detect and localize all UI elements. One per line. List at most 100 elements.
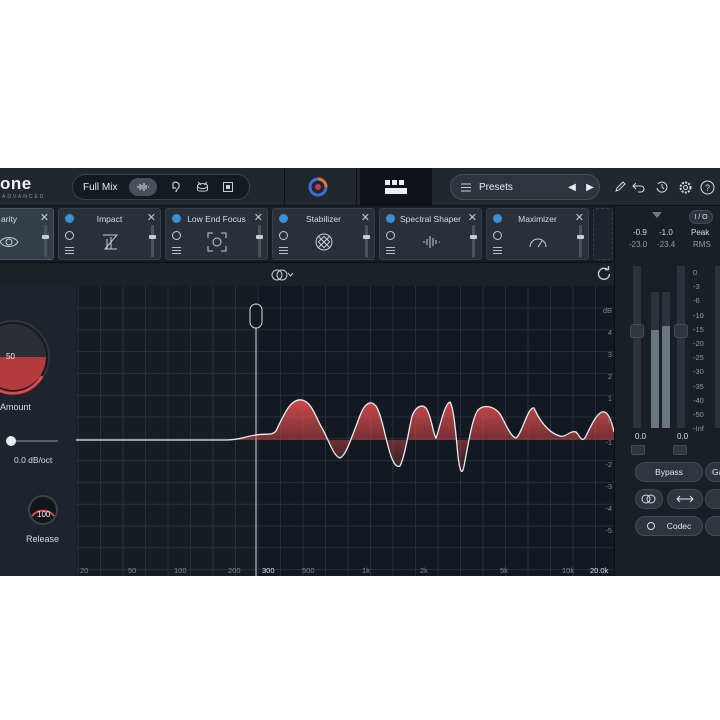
input-gain-fader[interactable] [630,324,644,338]
undo-icon [632,182,645,193]
module-clarity[interactable]: arity ✕ [0,208,54,260]
pen-icon [615,181,626,192]
waveform-icon [137,183,150,191]
presets-label: Presets [479,181,513,193]
close-icon[interactable]: ✕ [40,211,49,224]
settings-button[interactable] [676,178,694,196]
release-value: 100 [37,510,51,519]
codec-button[interactable]: Codec [635,516,703,536]
stereo-mode-icon[interactable] [270,268,294,282]
add-module-slot[interactable] [593,208,613,260]
bypass-button[interactable]: Bypass [635,462,703,482]
instrument-mode-button[interactable] [221,180,235,194]
solo-icon[interactable] [493,231,502,240]
output-level-value: 0.0 [677,432,689,441]
pen-button[interactable] [611,178,629,196]
y-tick-label: 2 [607,372,612,381]
reset-icon[interactable] [596,266,612,282]
menu-icon[interactable] [493,247,502,254]
y-tick-label: 0 [607,416,612,425]
preset-prev-button[interactable]: ◀ [563,178,581,196]
solo-icon[interactable] [279,231,288,240]
close-icon[interactable]: ✕ [361,211,370,224]
help-icon: ? [700,180,714,194]
stereo-button[interactable] [635,489,663,509]
preset-next-button[interactable]: ▶ [581,178,599,196]
menu-icon[interactable] [386,247,395,254]
top-bar: one ADVANCED Full Mix Presets ◀ ▶ ? [0,168,720,206]
module-gain-fader[interactable] [577,225,584,257]
meter-scale-label: -6 [693,296,700,306]
compare-button[interactable] [667,489,703,509]
stabilizer-icon [315,233,332,251]
module-gain-fader[interactable] [149,225,156,257]
meter-right-level [662,326,670,428]
output-meter-track [677,266,685,428]
meter-scale-label: -35 [693,381,704,391]
meter-scale-label: -15 [693,324,704,334]
module-stabilizer[interactable]: Stabilizer ✕ [272,208,375,260]
link-output-button[interactable] [673,445,687,455]
close-icon[interactable]: ✕ [254,211,263,224]
gain-match-button[interactable]: Ga [705,462,720,482]
full-mix-label[interactable]: Full Mix [83,182,117,193]
amount-value: 50 [6,352,15,361]
module-maximizer[interactable]: Maximizer ✕ [486,208,589,260]
history-button[interactable] [653,178,671,196]
peak-right-value: -1.0 [659,228,673,237]
module-gain-fader[interactable] [470,225,477,257]
power-icon [646,522,655,530]
vocal-mode-button[interactable] [169,180,183,194]
impact-icon [102,234,118,250]
menu-icon[interactable] [65,247,74,254]
y-tick-label: 1 [607,394,612,403]
solo-icon[interactable] [386,231,395,240]
y-tick-label: -2 [605,460,612,469]
voice-icon [172,181,181,193]
extra-power-button[interactable] [705,516,720,536]
link-input-button[interactable] [631,445,645,455]
module-gain-fader[interactable] [363,225,370,257]
slope-slider-handle[interactable] [6,436,16,446]
module-gain-fader[interactable] [42,225,49,257]
x-tick-label: 20.0k [590,566,609,575]
module-view-button[interactable] [360,168,432,206]
close-icon[interactable]: ✕ [468,211,477,224]
meter-scale-label: -20 [693,339,704,348]
slope-value: 0.0 dB/oct [14,455,53,465]
collapse-arrow-icon[interactable] [651,211,663,219]
y-tick-label: 4 [607,328,612,337]
meter-left-level [651,330,659,428]
spectrum-plot [76,286,615,576]
crossover-handle[interactable] [249,303,263,329]
module-low-end-focus[interactable]: Low End Focus ✕ [165,208,268,260]
spectrum-icon [422,236,440,248]
drum-mode-button[interactable] [195,180,209,194]
waveform-mode-button[interactable] [129,178,158,196]
io-toggle[interactable]: I / O [689,210,713,224]
y-tick-label: -5 [605,526,612,535]
menu-icon[interactable] [172,247,181,254]
solo-icon[interactable] [65,231,74,240]
solo-icon[interactable] [172,231,181,240]
menu-icon[interactable] [279,247,288,254]
extra-button[interactable] [705,489,720,509]
spectrum-graph[interactable]: 20 50 100 200 300 500 1k 2k 5k 10k 20.0k dB 4 3 2 1 0 -1… [76,286,615,576]
x-tick-label: 500 [302,566,315,575]
input-level-value: 0.0 [635,432,647,441]
gauge-icon [529,238,546,248]
close-icon[interactable]: ✕ [147,211,156,224]
undo-button[interactable] [630,178,648,196]
close-icon[interactable]: ✕ [575,211,584,224]
module-gain-fader[interactable] [256,225,263,257]
assistant-orb-icon[interactable] [308,177,328,197]
x-tick-label: 200 [228,566,241,575]
app-logo-subtitle: ADVANCED [2,194,46,200]
module-chain: arity ✕ Impact ✕ Low End Focus ✕ Stabili [0,206,614,262]
module-impact[interactable]: Impact ✕ [58,208,161,260]
presets-menu[interactable]: Presets ◀ ▶ [450,174,600,200]
output-gain-fader[interactable] [674,324,688,338]
module-spectral-shaper[interactable]: Spectral Shaper ✕ [379,208,482,260]
module-name: Impact [96,214,123,224]
help-button[interactable]: ? [698,178,716,196]
